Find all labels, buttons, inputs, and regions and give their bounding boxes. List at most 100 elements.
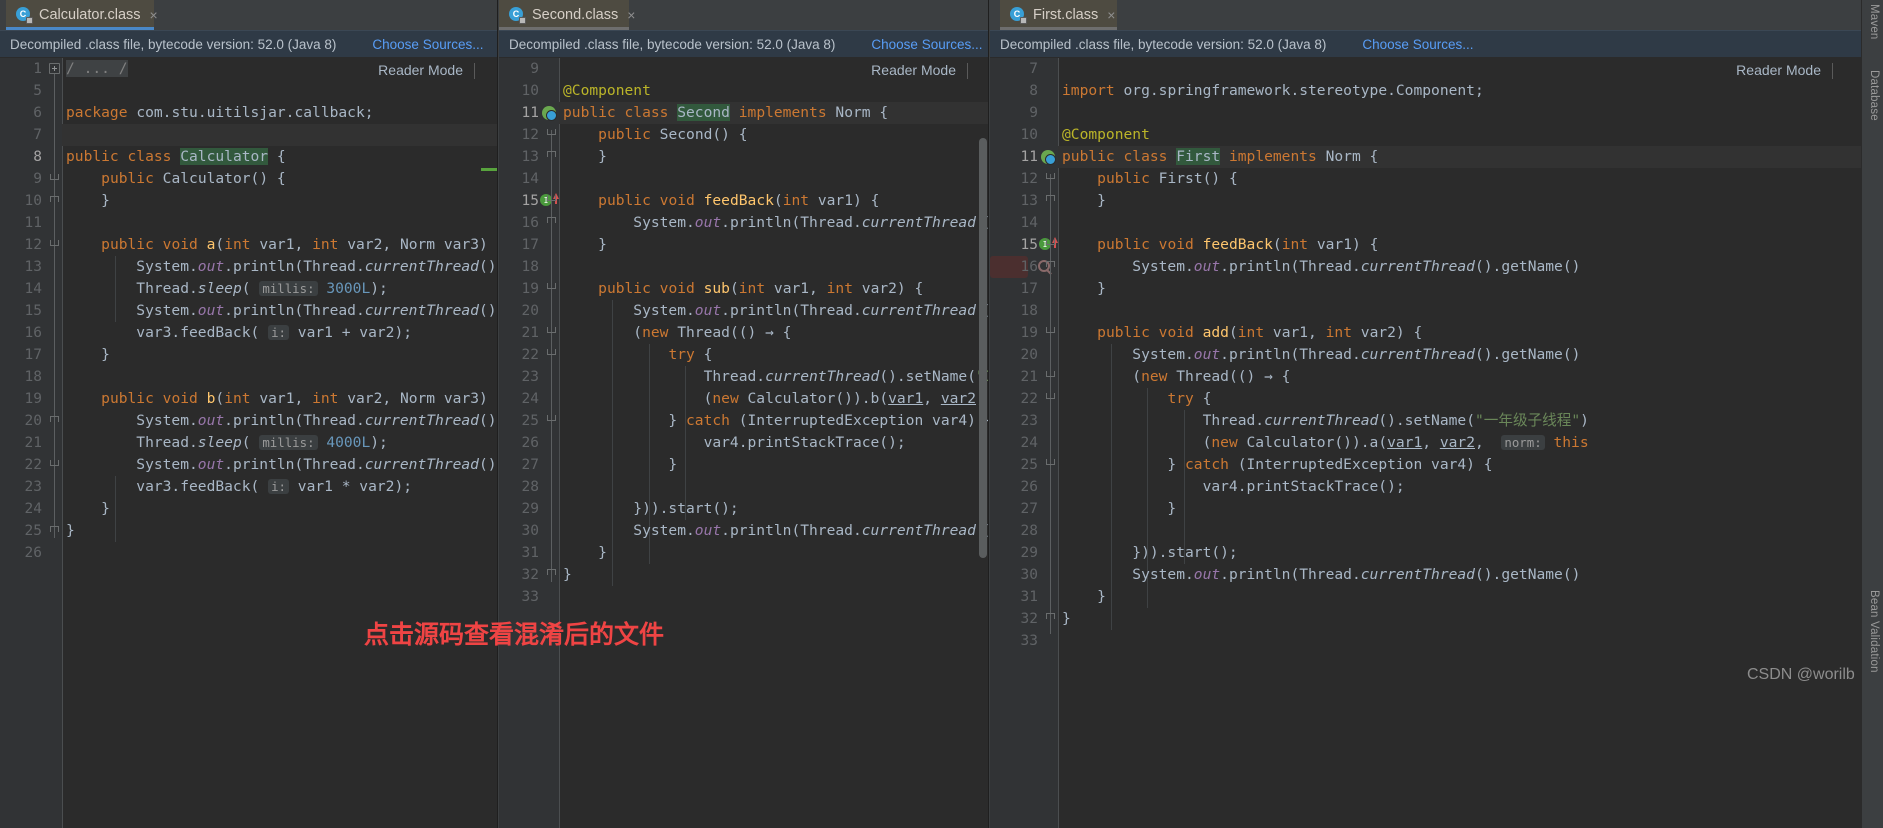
editor-pane-first[interactable]: Reader Mode 7 8 9 10 11 12 13 14 15 16 1…: [990, 58, 1861, 828]
code-line[interactable]: public void feedBack(int var1) {: [563, 190, 879, 212]
code-line[interactable]: var4.printStackTrace();: [563, 432, 906, 454]
code-line[interactable]: }: [1062, 498, 1176, 520]
code-line[interactable]: import org.springframework.stereotype.Co…: [1062, 80, 1484, 102]
tab-calculator-class[interactable]: C Calculator.class ×: [6, 0, 158, 30]
code-line[interactable]: public class First implements Norm {: [1062, 146, 1378, 168]
fold-collapse-icon[interactable]: [1046, 459, 1055, 465]
tool-window-bean-validation[interactable]: Bean Validation: [1868, 590, 1880, 673]
fold-end-icon[interactable]: [50, 526, 59, 532]
code-line[interactable]: }: [563, 146, 607, 168]
code-line[interactable]: public void a(int var1, int var2, Norm v…: [66, 234, 497, 256]
code-line[interactable]: }: [1062, 586, 1106, 608]
code-line[interactable]: }: [563, 542, 607, 564]
code-line[interactable]: }: [66, 190, 110, 212]
fold-end-icon[interactable]: [1046, 195, 1055, 201]
code-line[interactable]: })).start();: [563, 498, 738, 520]
code-line[interactable]: var4.printStackTrace();: [1062, 476, 1405, 498]
code-line[interactable]: public First() {: [1062, 168, 1238, 190]
code-line[interactable]: System.out.println(Thread.currentThread(…: [563, 212, 988, 234]
fold-collapse-icon[interactable]: [547, 415, 556, 421]
code-line[interactable]: / ... /: [66, 58, 128, 80]
code-line[interactable]: System.out.println(Thread.currentThread(…: [1062, 564, 1580, 586]
code-line[interactable]: System.out.println(Thread.currentThread(…: [563, 520, 988, 542]
fold-collapse-icon[interactable]: [1046, 393, 1055, 399]
spring-bean-icon[interactable]: [1041, 150, 1056, 165]
choose-sources-link[interactable]: Choose Sources...: [1362, 37, 1473, 52]
code-line[interactable]: System.out.println(Thread.currentThread(…: [66, 256, 497, 278]
code-line[interactable]: }: [66, 498, 110, 520]
code-line[interactable]: package com.stu.uitilsjar.callback;: [66, 102, 374, 124]
code-line[interactable]: System.out.println(Thread.currentThread(…: [66, 410, 497, 432]
code-line[interactable]: public void feedBack(int var1) {: [1062, 234, 1378, 256]
fold-collapse-icon[interactable]: [1046, 173, 1055, 179]
code-line[interactable]: }: [1062, 278, 1106, 300]
code-line[interactable]: System.out.println(Thread.currentThread(…: [66, 300, 497, 322]
code-line[interactable]: System.out.println(Thread.currentThread(…: [1062, 256, 1580, 278]
code-line[interactable]: Thread.sleep( millis: 3000L);: [66, 278, 388, 300]
pane-divider[interactable]: [988, 0, 989, 828]
spring-bean-icon[interactable]: [542, 106, 557, 121]
code-line[interactable]: })).start();: [1062, 542, 1237, 564]
code-line[interactable]: }: [563, 454, 677, 476]
fold-end-icon[interactable]: [547, 151, 556, 157]
code-line[interactable]: Thread.currentThread().setName("二年: [563, 366, 988, 388]
fold-collapse-icon[interactable]: [50, 240, 59, 246]
code-line[interactable]: public Calculator() {: [66, 168, 286, 190]
code-line[interactable]: try {: [1062, 388, 1211, 410]
code-line[interactable]: }: [1062, 190, 1106, 212]
tool-window-database[interactable]: Database: [1868, 70, 1880, 121]
code-line[interactable]: var3.feedBack( i: var1 + var2);: [66, 322, 412, 344]
code-line[interactable]: Thread.currentThread().setName("一年级子线程"): [1062, 410, 1589, 432]
fold-collapse-icon[interactable]: [50, 460, 59, 466]
code-line[interactable]: }: [1062, 608, 1071, 630]
pane-divider[interactable]: [497, 0, 498, 828]
code-line[interactable]: }: [563, 234, 607, 256]
fold-end-icon[interactable]: [1046, 261, 1055, 267]
code-line[interactable]: try {: [563, 344, 712, 366]
code-line[interactable]: public Second() {: [563, 124, 747, 146]
editor-pane-second[interactable]: Reader Mode 9 10 11 12 13 14 15 16 17 18…: [499, 58, 988, 828]
fold-collapse-icon[interactable]: [547, 349, 556, 355]
fold-end-icon[interactable]: [50, 416, 59, 422]
code-line[interactable]: } catch (InterruptedException var4) {: [1062, 454, 1492, 476]
fold-collapse-icon[interactable]: [547, 129, 556, 135]
choose-sources-link[interactable]: Choose Sources...: [372, 37, 483, 52]
tool-window-maven[interactable]: Maven: [1868, 4, 1880, 40]
fold-end-icon[interactable]: [547, 569, 556, 575]
code-line[interactable]: (new Thread(() → {: [1062, 366, 1290, 388]
fold-collapse-icon[interactable]: [1046, 239, 1055, 245]
code-line[interactable]: var3.feedBack( i: var1 * var2);: [66, 476, 412, 498]
code-line[interactable]: } catch (InterruptedException var4) {: [563, 410, 988, 432]
fold-expand-icon[interactable]: [49, 63, 60, 74]
fold-end-icon[interactable]: [1046, 613, 1055, 619]
code-line[interactable]: public void b(int var1, int var2, Norm v…: [66, 388, 497, 410]
code-line[interactable]: (new Calculator()).a(var1, var2, norm: t…: [1062, 432, 1589, 454]
close-icon[interactable]: ×: [150, 8, 158, 22]
code-line[interactable]: }: [66, 344, 110, 366]
fold-collapse-icon[interactable]: [547, 195, 556, 201]
close-icon[interactable]: ×: [627, 8, 635, 22]
code-line[interactable]: public class Calculator {: [66, 146, 286, 168]
code-line[interactable]: @Component: [563, 80, 651, 102]
code-line[interactable]: }: [66, 520, 75, 542]
fold-end-icon[interactable]: [547, 217, 556, 223]
fold-end-icon[interactable]: [50, 196, 59, 202]
code-line[interactable]: }: [563, 564, 572, 586]
code-line[interactable]: @Component: [1062, 124, 1150, 146]
choose-sources-link[interactable]: Choose Sources...: [871, 37, 982, 52]
fold-collapse-icon[interactable]: [1046, 327, 1055, 333]
fold-collapse-icon[interactable]: [1046, 371, 1055, 377]
code-line[interactable]: (new Calculator()).b(var1, var2, no: [563, 388, 988, 410]
code-line[interactable]: public void add(int var1, int var2) {: [1062, 322, 1422, 344]
code-line[interactable]: System.out.println(Thread.currentThread(…: [563, 300, 988, 322]
code-line[interactable]: public class Second implements Norm {: [563, 102, 888, 124]
editor-pane-calculator[interactable]: Reader Mode 1 5 6 7 8 9 10 11 12 13 14 1…: [0, 58, 497, 828]
code-line[interactable]: System.out.println(Thread.currentThread(…: [1062, 344, 1580, 366]
code-line[interactable]: System.out.println(Thread.currentThread(…: [66, 454, 497, 476]
fold-collapse-icon[interactable]: [547, 327, 556, 333]
tab-first-class[interactable]: C First.class ×: [1000, 0, 1117, 30]
editor-scrollbar-thumb[interactable]: [979, 138, 987, 558]
code-line[interactable]: (new Thread(() → {: [563, 322, 791, 344]
fold-collapse-icon[interactable]: [50, 174, 59, 180]
close-icon[interactable]: ×: [1107, 8, 1115, 22]
